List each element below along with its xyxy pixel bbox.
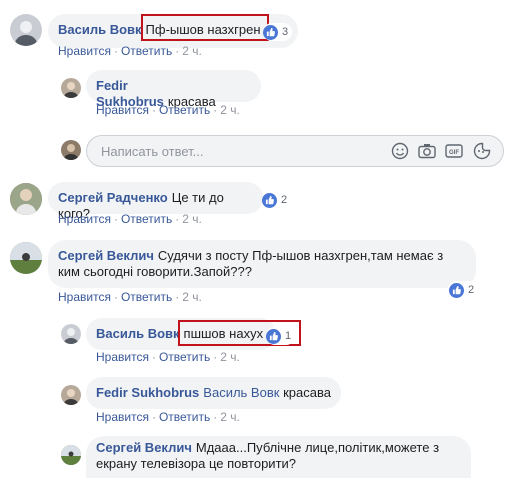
reaction-count[interactable]: 1 — [266, 327, 296, 345]
gif-icon[interactable]: GIF — [444, 142, 464, 160]
comment-author[interactable]: Василь Вовк — [96, 326, 180, 341]
avatar[interactable] — [10, 183, 42, 215]
comment-actions: Нравится · Ответить · 2 ч. — [96, 103, 240, 117]
like-icon — [262, 192, 277, 208]
mention-link[interactable]: Василь Вовк — [203, 385, 279, 400]
avatar[interactable] — [61, 445, 81, 465]
reply-link[interactable]: Ответить — [159, 103, 210, 117]
comment-bubble: Fedir Sukhobrus Василь Вовк красава — [86, 377, 341, 409]
comment-bubble: Fedir Sukhobrus красава — [86, 70, 261, 109]
highlight-box — [141, 14, 269, 41]
comment-text: Судячи з посту Пф-ышов назхгрен,там нема… — [157, 248, 444, 263]
timestamp[interactable]: 2 ч. — [220, 350, 240, 364]
sticker-icon[interactable] — [472, 142, 492, 160]
reply-link[interactable]: Ответить — [159, 350, 210, 364]
avatar[interactable] — [10, 242, 42, 274]
reply-link[interactable]: Ответить — [159, 410, 210, 424]
timestamp[interactable]: 2 ч. — [182, 290, 202, 304]
timestamp[interactable]: 2 ч. — [182, 44, 202, 58]
reply-input-box[interactable]: GIF — [86, 135, 504, 167]
comment-text: красава — [283, 385, 331, 400]
comment-author[interactable]: Василь Вовк — [58, 22, 142, 37]
comment-text: ким сьогодні говорити.Запой??? — [58, 264, 252, 279]
like-icon — [449, 282, 464, 298]
emoji-icon[interactable] — [390, 142, 410, 160]
comment-text: Мдааа...Публічне лице,політик,можете з — [195, 440, 440, 455]
comment-author[interactable]: Сергей Веклич — [58, 248, 154, 263]
comment-bubble: Сергей Веклич Судячи з посту Пф-ышов назх… — [48, 240, 476, 288]
reaction-count[interactable]: 2 — [447, 281, 479, 299]
comment-actions: Нравится · Ответить · 2 ч. — [58, 212, 202, 226]
avatar[interactable] — [61, 324, 81, 344]
comment-author[interactable]: Сергей Радченко — [58, 190, 168, 205]
comment-actions: Нравится · Ответить · 2 ч. — [58, 44, 202, 58]
like-icon — [263, 24, 278, 40]
avatar[interactable] — [10, 14, 42, 46]
svg-text:GIF: GIF — [449, 150, 459, 156]
like-link[interactable]: Нравится — [58, 212, 111, 226]
comment-actions: Нравится · Ответить · 2 ч. — [96, 410, 240, 424]
timestamp[interactable]: 2 ч. — [182, 212, 202, 226]
reaction-count[interactable]: 3 — [263, 23, 293, 41]
reaction-count[interactable]: 2 — [262, 191, 292, 209]
like-link[interactable]: Нравится — [58, 44, 111, 58]
avatar[interactable] — [61, 78, 81, 98]
reply-link[interactable]: Ответить — [121, 212, 172, 226]
like-link[interactable]: Нравится — [96, 103, 149, 117]
comment-actions: Нравится · Ответить · 2 ч. — [96, 350, 240, 364]
comment-bubble: Сергей Веклич Мдааа...Публічне лице,політ… — [86, 436, 471, 478]
like-link[interactable]: Нравится — [58, 290, 111, 304]
reply-link[interactable]: Ответить — [121, 44, 172, 58]
camera-icon[interactable] — [417, 142, 437, 160]
reply-input[interactable] — [99, 143, 383, 160]
timestamp[interactable]: 2 ч. — [220, 410, 240, 424]
reply-link[interactable]: Ответить — [121, 290, 172, 304]
comment-author[interactable]: Fedir Sukhobrus — [96, 385, 199, 400]
like-link[interactable]: Нравится — [96, 350, 149, 364]
like-icon — [266, 328, 281, 344]
avatar[interactable] — [61, 385, 81, 405]
comment-actions: Нравится · Ответить · 2 ч. — [58, 290, 202, 304]
comment-text: екрану телевізора це повторити? — [96, 456, 297, 471]
like-link[interactable]: Нравится — [96, 410, 149, 424]
avatar — [61, 140, 81, 160]
comment-bubble: Сергей Радченко Це ти до кого? — [48, 182, 263, 221]
comment-author[interactable]: Сергей Веклич — [96, 440, 192, 455]
timestamp[interactable]: 2 ч. — [220, 103, 240, 117]
